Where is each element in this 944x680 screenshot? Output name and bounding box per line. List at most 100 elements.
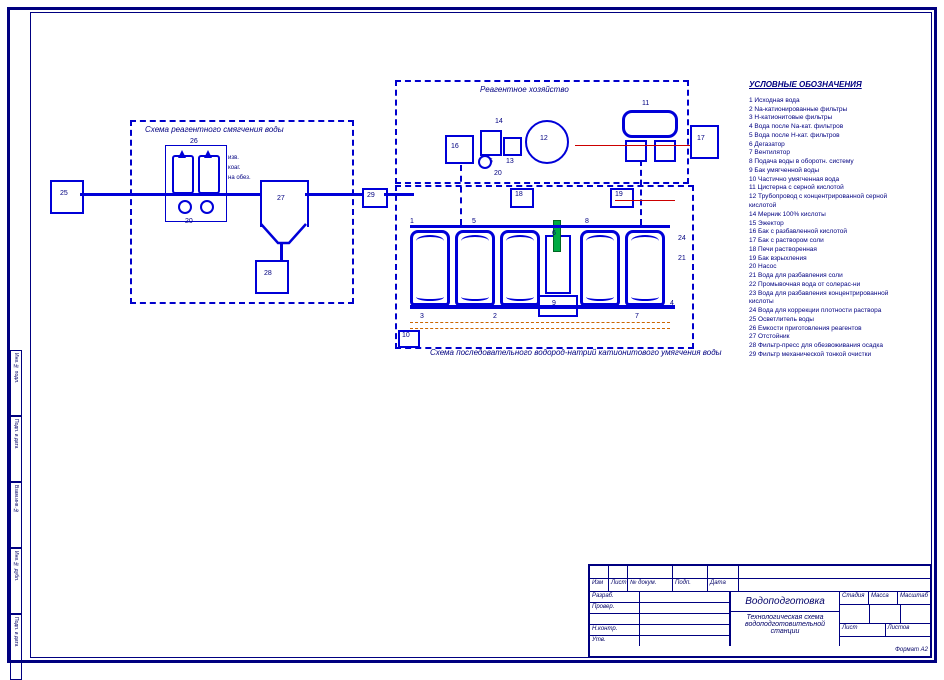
label-8: 8 bbox=[585, 218, 589, 225]
upper-pipe bbox=[410, 225, 670, 228]
ext-label: на обез. bbox=[228, 175, 251, 181]
block-16 bbox=[445, 135, 474, 164]
salt-feed bbox=[640, 160, 642, 225]
legend-item: 9 Бак умягченной воды bbox=[749, 167, 914, 176]
tb-header: Подп. bbox=[673, 579, 708, 591]
pipe bbox=[140, 193, 260, 196]
legend-item: 18 Печи растворенная bbox=[749, 246, 914, 255]
label-18: 18 bbox=[515, 191, 523, 198]
binding-margin: Инв.№ подл. Подп. и дата Взам.инв.№ Инв.… bbox=[10, 350, 20, 650]
tb-role: Утв. bbox=[590, 636, 640, 646]
tb-role: Провер. bbox=[590, 603, 640, 613]
label-3: 3 bbox=[420, 313, 424, 320]
label-10: 10 bbox=[402, 332, 410, 339]
line bbox=[615, 200, 675, 201]
legend-item: 22 Промывочная вода от солерас-ни bbox=[749, 281, 914, 290]
label-5: 5 bbox=[472, 218, 476, 225]
acid-feed bbox=[460, 165, 462, 225]
vessel-26a bbox=[172, 155, 194, 194]
legend-item: 29 Фильтр механической тонкой очистки bbox=[749, 351, 914, 360]
tb-header: Лист bbox=[609, 579, 628, 591]
margin-cell: Взам.инв.№ bbox=[10, 482, 22, 548]
legend-item: 19 Бак взрыхления bbox=[749, 255, 914, 264]
margin-cell: Подп. и дата bbox=[10, 614, 22, 680]
legend: УСЛОВНЫЕ ОБОЗНАЧЕНИЯ 1 Исходная вода 2 N… bbox=[749, 80, 914, 360]
tb-header: Дата bbox=[708, 579, 739, 591]
main-pipe bbox=[410, 305, 675, 309]
label-1: 1 bbox=[410, 218, 414, 225]
legend-item: 14 Мерник 100% кислоты bbox=[749, 211, 914, 220]
label-12: 12 bbox=[540, 135, 548, 142]
pipe bbox=[80, 193, 140, 196]
block-29 bbox=[362, 188, 388, 208]
legend-item: 11 Цистерна с серной кислотой bbox=[749, 184, 914, 193]
pump-icon bbox=[478, 155, 492, 169]
tank-12 bbox=[525, 120, 569, 164]
label-2: 2 bbox=[493, 313, 497, 320]
format-label: Формат А2 bbox=[893, 646, 930, 656]
drain-line bbox=[410, 328, 670, 329]
acid-line bbox=[575, 145, 690, 146]
label-21: 21 bbox=[678, 255, 686, 262]
tank-11 bbox=[622, 110, 678, 138]
label-16: 16 bbox=[451, 143, 459, 150]
filter-vessel bbox=[455, 230, 495, 306]
pipe bbox=[305, 193, 362, 196]
tb-label: Масса bbox=[869, 592, 898, 604]
tb-label: Листов bbox=[886, 624, 931, 636]
valve-icon bbox=[204, 150, 212, 158]
legend-item: 25 Осветлитель воды bbox=[749, 316, 914, 325]
tb-header: № докум. bbox=[628, 579, 673, 591]
pump-icon bbox=[200, 200, 214, 214]
tb-role: Н.контр. bbox=[590, 625, 640, 635]
label-14: 14 bbox=[495, 118, 503, 125]
legend-item: 23 Вода для разбавления концентрированно… bbox=[749, 290, 914, 308]
drawing-sheet: Инв.№ подл. Подп. и дата Взам.инв.№ Инв.… bbox=[0, 0, 944, 670]
label-11: 11 bbox=[642, 100, 649, 107]
drawing-subtitle: Технологическая схема водоподготовительн… bbox=[731, 611, 839, 637]
legend-item: 24 Вода для коррекции плотности раствора bbox=[749, 307, 914, 316]
label-13: 13 bbox=[506, 158, 514, 165]
ext-label: коаг. bbox=[228, 165, 241, 171]
filter-vessel bbox=[500, 230, 540, 306]
block-28 bbox=[255, 260, 289, 294]
legend-item: 5 Вода после H-кат. фильтров bbox=[749, 132, 914, 141]
margin-cell: Инв.№ подл. bbox=[10, 350, 22, 416]
legend-item: 28 Фильтр-пресс для обезвоживания осадка bbox=[749, 342, 914, 351]
legend-item: 7 Вентилятор bbox=[749, 149, 914, 158]
label-17: 17 bbox=[697, 135, 705, 142]
legend-item: 3 H-катионитовые фильтры bbox=[749, 114, 914, 123]
label-26: 26 bbox=[190, 138, 198, 145]
block-13 bbox=[503, 137, 522, 156]
drawing-title: Водоподготовка bbox=[731, 592, 839, 611]
label-29: 29 bbox=[367, 192, 375, 199]
label-25: 25 bbox=[60, 190, 68, 197]
label-7: 7 bbox=[635, 313, 639, 320]
tb-label: Стадия bbox=[840, 592, 869, 604]
filter-vessel bbox=[625, 230, 665, 306]
label-28: 28 bbox=[264, 270, 272, 277]
legend-item: 1 Исходная вода bbox=[749, 97, 914, 106]
legend-item: 21 Вода для разбавления соли bbox=[749, 272, 914, 281]
legend-item: 16 Бак с разбавленной кислотой bbox=[749, 228, 914, 237]
tb-label: Лист bbox=[840, 624, 886, 636]
support bbox=[625, 140, 647, 162]
label-19: 19 bbox=[615, 191, 623, 198]
block-17 bbox=[690, 125, 719, 159]
legend-item: 15 Эжектор bbox=[749, 220, 914, 229]
margin-cell: Подп. и дата bbox=[10, 416, 22, 482]
label-20b: 20 bbox=[494, 170, 502, 177]
vessel-26b bbox=[198, 155, 220, 194]
legend-item: 4 Вода после Na-кат. фильтров bbox=[749, 123, 914, 132]
tb-role: Разраб. bbox=[590, 592, 640, 602]
legend-item: 2 Na-катионированные фильтры bbox=[749, 106, 914, 115]
tb-label: Масштаб bbox=[898, 592, 930, 604]
label-20: 20 bbox=[185, 218, 193, 225]
ext-label: изв. bbox=[228, 155, 239, 161]
legend-item: 17 Бак с раствором соли bbox=[749, 237, 914, 246]
filter-vessel bbox=[580, 230, 620, 306]
pipe bbox=[280, 243, 283, 260]
filter-vessel bbox=[410, 230, 450, 306]
label-27: 27 bbox=[277, 195, 285, 202]
block-14 bbox=[480, 130, 502, 156]
